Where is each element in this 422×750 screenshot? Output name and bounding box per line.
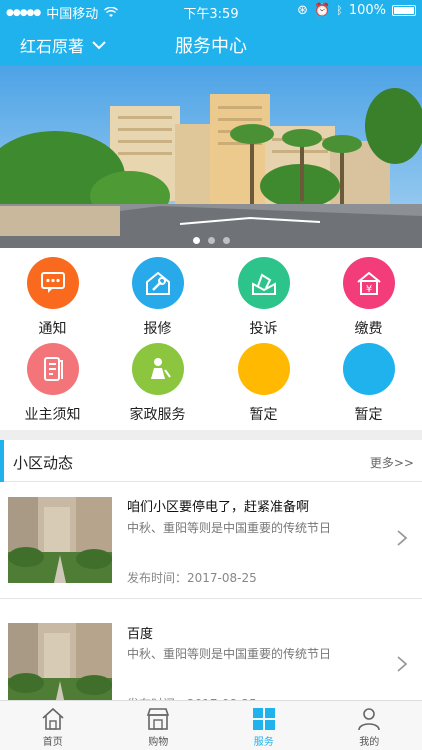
message-icon	[26, 257, 79, 309]
news-thumbnail	[8, 623, 112, 709]
user-icon	[358, 708, 381, 731]
placeholder-icon	[237, 343, 290, 395]
service-housekeeping[interactable]: 家政服务	[105, 343, 210, 424]
service-repair[interactable]: 报修	[105, 257, 210, 338]
housekeeping-icon	[131, 343, 184, 395]
payment-icon: ¥	[342, 257, 395, 309]
status-right: ⊛ ⏰ ᛒ 100%	[297, 3, 416, 18]
news-title: 咱们小区要停电了，赶紧准备啊	[127, 500, 310, 515]
svg-text:¥: ¥	[365, 284, 371, 295]
navigation-bar: 红石原著 服务中心	[0, 22, 422, 66]
service-placeholder[interactable]: 暂定	[316, 343, 421, 424]
tab-mine[interactable]: 我的	[317, 701, 422, 750]
news-item[interactable]: 百度 中秋、重阳等则是中国重要的传统节日 发布时间：2017-08-25	[0, 599, 422, 714]
service-placeholder[interactable]: 暂定	[211, 343, 316, 424]
service-label: 缴费	[354, 321, 383, 337]
tab-service[interactable]: 服务	[211, 701, 317, 750]
service-payment[interactable]: ¥ 缴费	[316, 257, 421, 338]
chevron-right-icon	[397, 656, 408, 672]
battery-percent: 100%	[348, 3, 386, 18]
chevron-right-icon	[397, 530, 408, 546]
carousel-indicator	[0, 237, 422, 244]
news-section-header: 小区动态 更多>>	[0, 440, 422, 482]
bluetooth-icon: ᛒ	[336, 4, 343, 17]
status-bar: ●●●●● 中国移动 下午3:59 ⊛ ⏰ ᛒ 100%	[0, 0, 422, 22]
section-accent-bar	[0, 440, 4, 482]
news-item[interactable]: 咱们小区要停电了，赶紧准备啊 中秋、重阳等则是中国重要的传统节日 发布时间：20…	[0, 483, 422, 598]
carousel-dot[interactable]	[192, 237, 200, 244]
section-divider	[0, 430, 422, 440]
service-complaint[interactable]: 投诉	[211, 257, 316, 338]
service-label: 家政服务	[129, 407, 186, 423]
tab-label: 我的	[359, 737, 380, 748]
service-label: 通知	[38, 321, 67, 337]
service-notice[interactable]: 通知	[0, 257, 105, 338]
complaint-icon	[237, 257, 290, 309]
service-label: 报修	[143, 321, 172, 337]
news-summary: 中秋、重阳等则是中国重要的传统节日	[127, 521, 332, 535]
lock-rotation-icon: ⊛	[297, 3, 309, 18]
placeholder-icon	[342, 343, 395, 395]
more-link[interactable]: 更多>>	[370, 454, 414, 471]
tab-bar: 首页 购物 服务 我的	[0, 700, 422, 750]
service-label: 投诉	[249, 321, 278, 337]
alarm-icon: ⏰	[314, 3, 331, 18]
tab-label: 服务	[253, 737, 274, 748]
service-grid-icon	[252, 708, 275, 730]
banner-carousel[interactable]	[0, 66, 422, 248]
service-label: 业主须知	[24, 407, 81, 423]
news-summary: 中秋、重阳等则是中国重要的传统节日	[127, 647, 332, 661]
news-date: 发布时间：2017-08-25	[127, 571, 257, 585]
carousel-dot[interactable]	[222, 237, 230, 244]
banner-image	[0, 66, 422, 248]
tab-label: 购物	[148, 737, 169, 748]
carousel-dot[interactable]	[207, 237, 215, 244]
service-label: 暂定	[249, 407, 278, 423]
section-title: 小区动态	[13, 454, 74, 472]
news-title: 百度	[127, 627, 154, 642]
news-thumbnail	[8, 497, 112, 583]
tab-shop[interactable]: 购物	[106, 701, 212, 750]
tab-home[interactable]: 首页	[0, 701, 106, 750]
service-grid: 通知 报修 投诉 ¥ 缴费 业主须知 家政服务 暂定 暂定	[0, 248, 422, 430]
repair-icon	[131, 257, 184, 309]
battery-icon	[392, 5, 416, 16]
home-icon	[42, 707, 64, 730]
page-title: 服务中心	[175, 36, 247, 57]
service-owner-notice[interactable]: 业主须知	[0, 343, 105, 424]
shop-icon	[147, 708, 170, 730]
notice-scroll-icon	[26, 343, 79, 395]
service-label: 暂定	[354, 407, 383, 423]
tab-label: 首页	[42, 737, 63, 748]
